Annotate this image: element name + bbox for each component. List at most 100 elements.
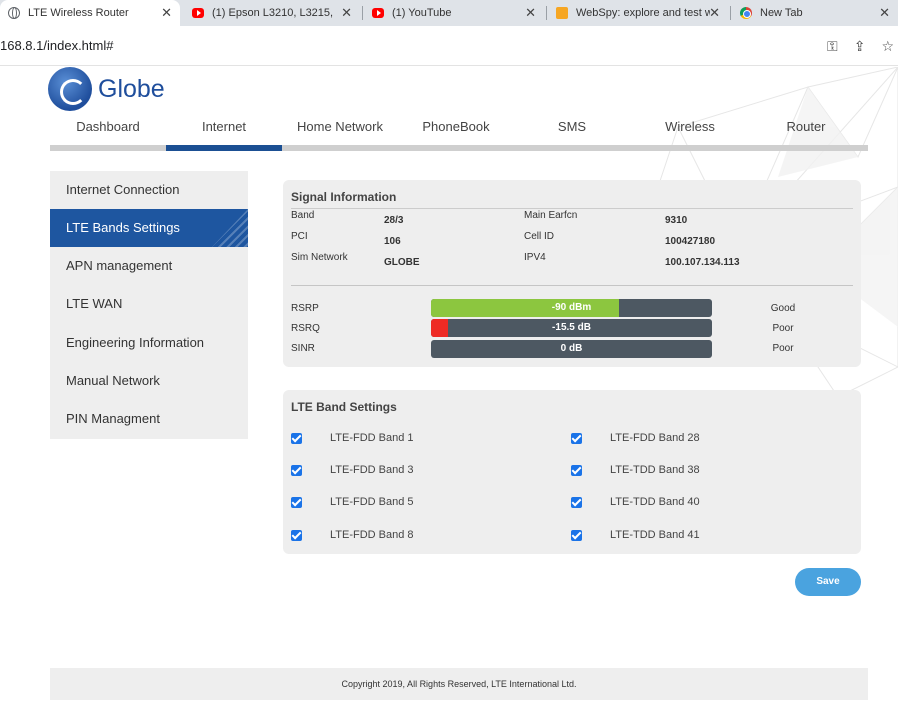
band-checkbox[interactable] [291, 529, 302, 541]
band-option-label: LTE-TDD Band 38 [610, 464, 700, 476]
tab-youtube[interactable]: (1) YouTube ✕ [364, 0, 544, 26]
tab-separator [362, 6, 363, 20]
save-button[interactable]: Save [795, 568, 861, 596]
sidebar-item-lte-wan[interactable]: LTE WAN [50, 285, 248, 323]
band-option-fdd-1[interactable]: LTE-FDD Band 1 [291, 432, 414, 444]
band-option-tdd-41[interactable]: LTE-TDD Band 41 [571, 529, 700, 541]
sidebar-item-label: PIN Managment [66, 411, 160, 426]
url-input[interactable]: 168.8.1/index.html# [0, 38, 113, 53]
active-stripe-decoration [212, 209, 248, 247]
band-checkbox[interactable] [571, 464, 582, 476]
sinr-label: SINR [291, 343, 315, 354]
tab-webspy[interactable]: WebSpy: explore and test w ✕ [548, 0, 728, 26]
sidebar-item-label: Engineering Information [66, 335, 205, 350]
close-icon[interactable]: ✕ [709, 6, 720, 19]
main-earfcn-label: Main Earfcn [524, 210, 578, 221]
globe-icon [8, 7, 20, 19]
close-icon[interactable]: ✕ [161, 6, 172, 19]
key-icon[interactable]: ⚿ [827, 38, 838, 55]
nav-phonebook[interactable]: PhoneBook [398, 117, 514, 137]
tab-separator [730, 6, 731, 20]
sidebar-item-label: Manual Network [66, 373, 160, 388]
sidebar-item-manual-network[interactable]: Manual Network [50, 362, 248, 400]
youtube-icon [192, 7, 204, 19]
sidebar-item-engineering-information[interactable]: Engineering Information [50, 324, 248, 362]
band-option-label: LTE-FDD Band 3 [330, 464, 414, 476]
footer: Copyright 2019, All Rights Reserved, LTE… [50, 668, 868, 700]
rsrq-status: Poor [772, 323, 794, 334]
band-checkbox[interactable] [571, 529, 582, 541]
band-checkbox[interactable] [291, 496, 302, 508]
rsrp-meter: -90 dBm [431, 299, 712, 317]
nav-router[interactable]: Router [748, 117, 864, 137]
sidebar-item-internet-connection[interactable]: Internet Connection [50, 171, 248, 209]
tab-title: (1) Epson L3210, L3215, L32 [212, 7, 336, 19]
band-checkbox[interactable] [291, 464, 302, 476]
band-option-fdd-5[interactable]: LTE-FDD Band 5 [291, 496, 414, 508]
rsrq-meter: -15.5 dB [431, 319, 712, 337]
band-option-label: LTE-FDD Band 1 [330, 432, 414, 444]
nav-home-network[interactable]: Home Network [282, 117, 398, 137]
cell-id-value: 100427180 [665, 236, 716, 247]
band-option-fdd-8[interactable]: LTE-FDD Band 8 [291, 529, 414, 541]
rsrp-label: RSRP [291, 303, 319, 314]
globe-logo-icon [48, 67, 92, 111]
sidebar-item-pin-managment[interactable]: PIN Managment [50, 400, 248, 438]
cell-id-label: Cell ID [524, 231, 555, 242]
band-checkbox[interactable] [571, 432, 582, 444]
nav-internet[interactable]: Internet [166, 117, 282, 137]
close-icon[interactable]: ✕ [879, 6, 890, 19]
close-icon[interactable]: ✕ [525, 6, 536, 19]
pci-label: PCI [291, 231, 308, 242]
signal-information-panel: Signal Information Band 28/3 Main Earfcn… [283, 180, 861, 367]
sim-network-label: Sim Network [291, 252, 348, 263]
band-option-label: LTE-FDD Band 28 [610, 432, 700, 444]
star-icon[interactable]: ☆ [881, 38, 894, 55]
band-option-fdd-28[interactable]: LTE-FDD Band 28 [571, 432, 700, 444]
band-checkbox[interactable] [571, 496, 582, 508]
sidebar-item-label: LTE WAN [66, 296, 123, 311]
sidebar-item-lte-bands-settings[interactable]: LTE Bands Settings [50, 209, 248, 247]
share-icon[interactable]: ⇪ [854, 38, 866, 55]
signal-divider [291, 285, 853, 286]
tab-title: LTE Wireless Router [28, 7, 129, 19]
nav-sms[interactable]: SMS [514, 117, 630, 137]
tab-separator [546, 6, 547, 20]
sidebar-item-label: APN management [66, 258, 173, 273]
copyright-text: Copyright 2019, All Rights Reserved, LTE… [341, 679, 577, 689]
sim-network-value: GLOBE [384, 257, 420, 268]
band-option-fdd-3[interactable]: LTE-FDD Band 3 [291, 464, 414, 476]
tab-title: (1) YouTube [392, 7, 452, 19]
tab-new-tab[interactable]: New Tab ✕ [732, 0, 898, 26]
address-bar-actions: ⚿ ⇪ ☆ [827, 38, 894, 55]
band-option-tdd-40[interactable]: LTE-TDD Band 40 [571, 496, 700, 508]
band-option-tdd-38[interactable]: LTE-TDD Band 38 [571, 464, 700, 476]
sinr-value: 0 dB [560, 343, 583, 354]
rsrp-value: -90 dBm [551, 302, 592, 313]
band-option-label: LTE-TDD Band 41 [610, 529, 700, 541]
ipv4-value: 100.107.134.113 [665, 257, 740, 268]
pci-value: 106 [384, 236, 401, 247]
sidebar: Internet Connection LTE Bands Settings A… [50, 171, 248, 439]
close-icon[interactable]: ✕ [341, 6, 352, 19]
nav-dashboard[interactable]: Dashboard [50, 117, 166, 137]
band-label: Band [291, 210, 315, 221]
main-earfcn-value: 9310 [665, 215, 688, 226]
sinr-status: Poor [772, 343, 794, 354]
tab-title: New Tab [760, 7, 803, 19]
address-bar: 168.8.1/index.html# ⚿ ⇪ ☆ [0, 26, 898, 66]
nav-active-indicator [166, 145, 282, 151]
chrome-icon [740, 7, 752, 19]
browser-tab-strip: LTE Wireless Router ✕ (1) Epson L3210, L… [0, 0, 898, 26]
nav-underline [50, 145, 868, 151]
main-nav: Dashboard Internet Home Network PhoneBoo… [50, 117, 868, 147]
globe-logo[interactable]: Globe [48, 67, 165, 111]
sidebar-item-apn-management[interactable]: APN management [50, 247, 248, 285]
sidebar-item-label: LTE Bands Settings [66, 220, 180, 235]
youtube-icon [372, 7, 384, 19]
tab-epson[interactable]: (1) Epson L3210, L3215, L32 ✕ [184, 0, 360, 26]
nav-wireless[interactable]: Wireless [632, 117, 748, 137]
tab-lte-router[interactable]: LTE Wireless Router ✕ [0, 0, 180, 26]
brand-name: Globe [98, 74, 165, 103]
band-checkbox[interactable] [291, 432, 302, 444]
